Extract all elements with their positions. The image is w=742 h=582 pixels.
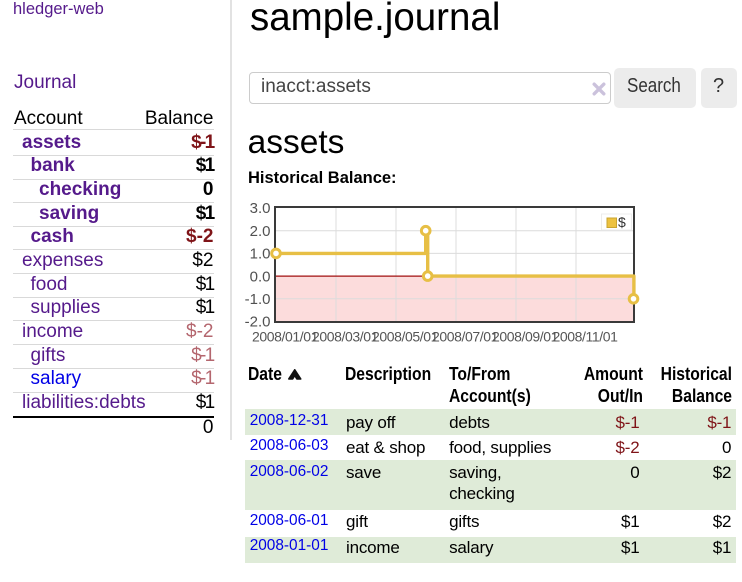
svg-text:2008/07/01: 2008/07/01 [432, 329, 499, 345]
svg-text:2008/05/01: 2008/05/01 [372, 329, 439, 345]
svg-text:0.0: 0.0 [250, 268, 271, 285]
svg-text:2008/09/01: 2008/09/01 [492, 329, 559, 345]
svg-text:2008/03/01: 2008/03/01 [312, 329, 379, 345]
svg-text:1.0: 1.0 [250, 246, 271, 263]
svg-text:2.0: 2.0 [250, 223, 271, 240]
svg-text:2008/11/01: 2008/11/01 [552, 329, 618, 345]
svg-text:2008/01/01: 2008/01/01 [252, 329, 319, 345]
svg-text:$: $ [618, 214, 626, 230]
svg-text:3.0: 3.0 [250, 200, 271, 217]
svg-text:-1.0: -1.0 [245, 291, 271, 308]
